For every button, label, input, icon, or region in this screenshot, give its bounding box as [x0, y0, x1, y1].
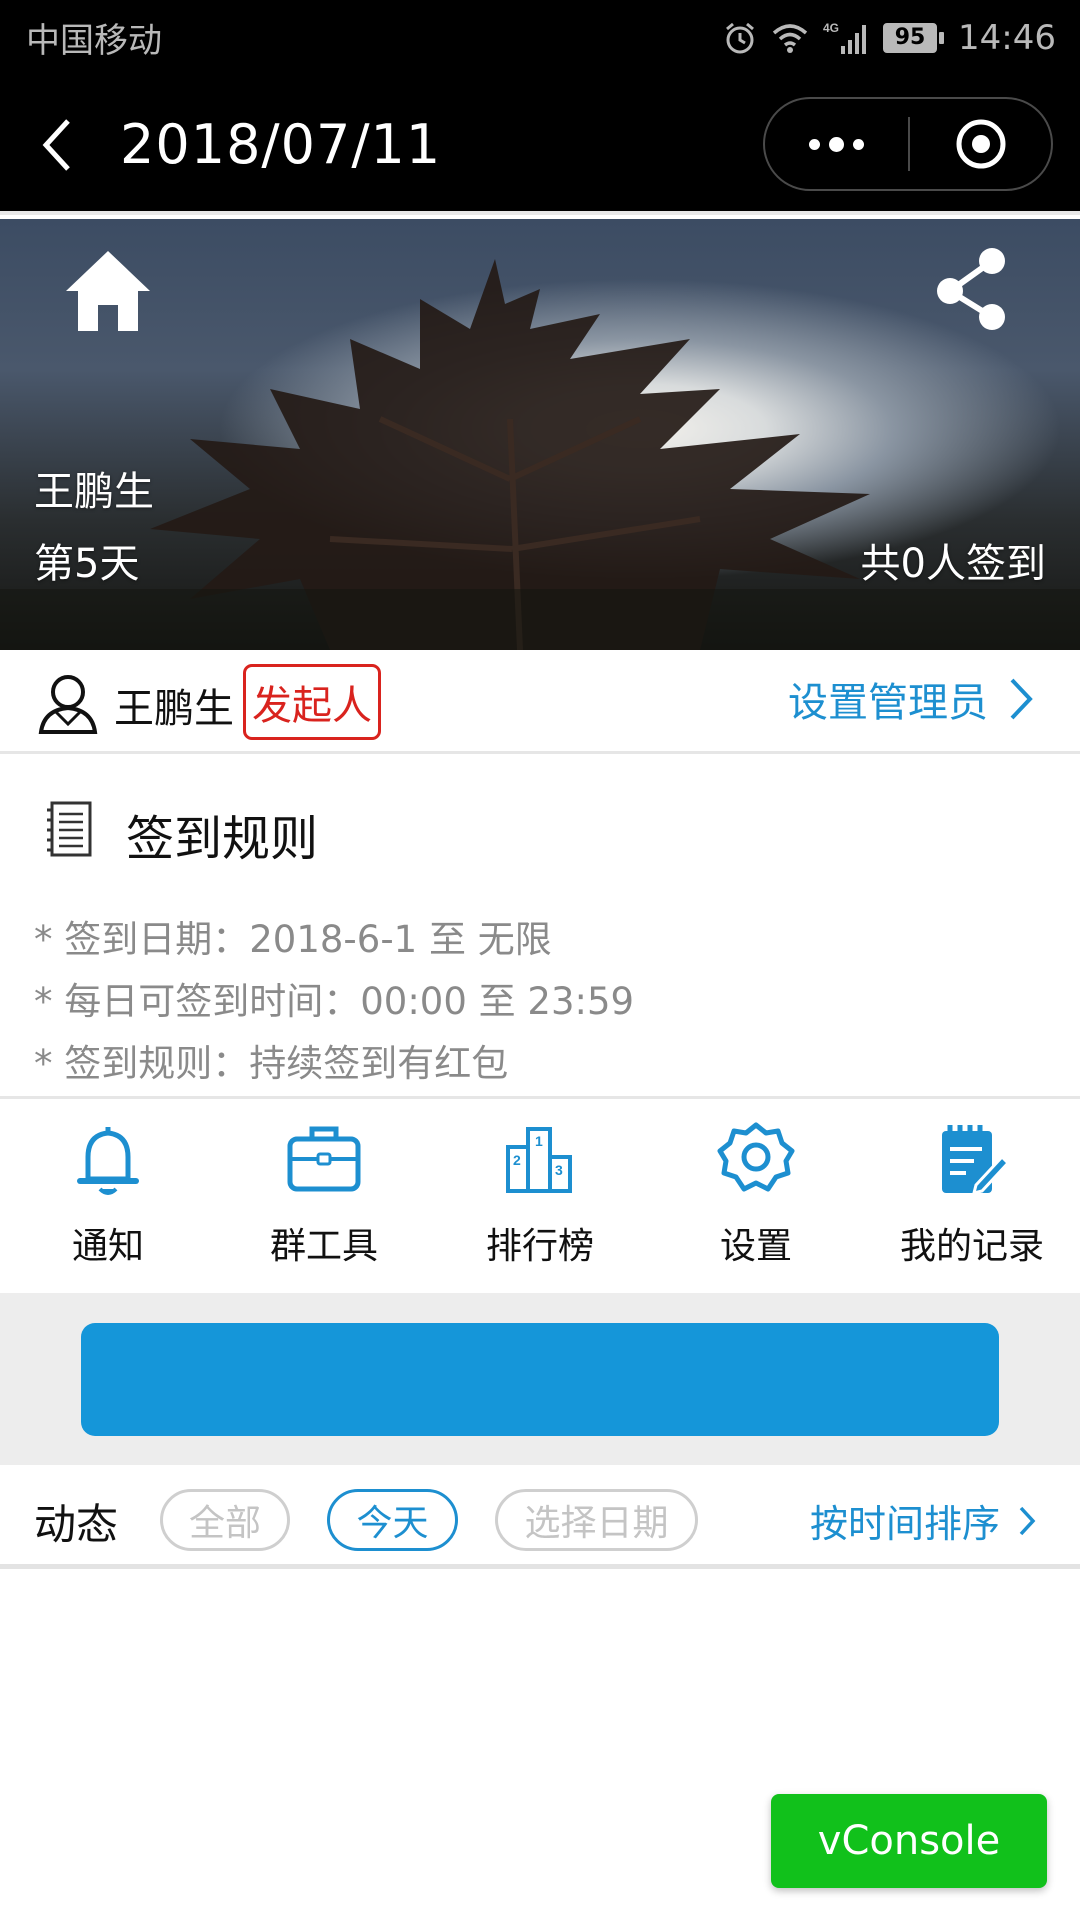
checkin-action-area — [0, 1293, 1080, 1465]
tool-notify-label: 通知 — [71, 1226, 144, 1267]
mini-program-capsule — [763, 97, 1053, 191]
chip-pick-date[interactable]: 选择日期 — [495, 1489, 698, 1551]
chip-today[interactable]: 今天 — [327, 1489, 458, 1551]
tool-my-records[interactable]: 我的记录 — [864, 1099, 1080, 1293]
cover-banner: 王鹏生 第5天 共0人签到 — [0, 219, 1080, 650]
person-icon — [38, 675, 98, 734]
status-icons: 4G 95 14:46 — [723, 18, 1056, 58]
tool-group-tools[interactable]: 群工具 — [216, 1099, 432, 1293]
chevron-right-icon — [1019, 1506, 1036, 1535]
sort-by-time-link[interactable]: 按时间排序 — [810, 1493, 1036, 1548]
battery-icon: 95 — [883, 22, 945, 53]
signal-icon: 4G — [823, 21, 867, 54]
gear-icon — [717, 1122, 795, 1192]
set-admin-label: 设置管理员 — [788, 680, 988, 726]
tool-group-tools-label: 群工具 — [269, 1226, 378, 1267]
svg-text:2: 2 — [513, 1152, 521, 1168]
tool-leaderboard-label: 排行榜 — [485, 1226, 594, 1267]
rule-date-range: * 签到日期：2018-6-1 至 无限 — [34, 918, 552, 961]
carrier-label: 中国移动 — [26, 21, 162, 61]
initiator-row: 王鹏生 发起人 设置管理员 — [0, 650, 1080, 754]
feed-filter-bar: 动态 全部 今天 选择日期 按时间排序 — [0, 1465, 1080, 1569]
checkin-button[interactable] — [81, 1323, 999, 1436]
banner-username: 王鹏生 — [34, 469, 154, 515]
briefcase-icon — [287, 1126, 361, 1192]
clock: 14:46 — [958, 17, 1056, 58]
feed-title: 动态 — [34, 1500, 119, 1549]
tool-leaderboard[interactable]: 1 2 3 排行榜 — [432, 1099, 648, 1293]
wifi-icon — [772, 23, 808, 53]
set-admin-link[interactable]: 设置管理员 — [788, 670, 1034, 728]
home-icon[interactable] — [62, 245, 154, 337]
rule-reward: * 签到规则：持续签到有红包 — [34, 1042, 509, 1085]
tool-settings-label: 设置 — [719, 1226, 792, 1267]
document-icon — [47, 801, 92, 857]
battery-level: 95 — [883, 22, 938, 53]
close-target-icon[interactable] — [910, 99, 1051, 189]
svg-text:4G: 4G — [823, 21, 839, 35]
notepad-icon — [942, 1125, 1011, 1196]
podium-icon: 1 2 3 — [506, 1127, 572, 1193]
svg-text:3: 3 — [555, 1162, 563, 1178]
rules-title: 签到规则 — [126, 811, 319, 867]
chevron-right-icon — [1010, 678, 1033, 720]
bell-icon — [77, 1127, 139, 1195]
more-dots-icon[interactable] — [765, 99, 908, 189]
tool-notify[interactable]: 通知 — [0, 1099, 216, 1293]
banner-day-count: 第5天 — [34, 541, 140, 587]
function-toolbar: 通知 群工具 1 2 3 排行榜 设置 我的记录 — [0, 1099, 1080, 1293]
back-chevron-icon[interactable] — [38, 117, 78, 173]
sort-label: 按时间排序 — [809, 1502, 1000, 1546]
rule-daily-time: * 每日可签到时间：00:00 至 23:59 — [34, 980, 635, 1023]
initiator-badge: 发起人 — [243, 664, 381, 740]
nav-bar: 2018/07/11 — [0, 75, 1080, 215]
status-bar: 中国移动 4G 95 14:46 — [0, 0, 1080, 75]
page-title: 2018/07/11 — [120, 113, 442, 176]
initiator-name: 王鹏生 — [114, 686, 234, 732]
alarm-icon — [726, 22, 754, 53]
vconsole-button[interactable]: vConsole — [771, 1794, 1047, 1888]
checkin-rules-section: 签到规则 * 签到日期：2018-6-1 至 无限 * 每日可签到时间：00:0… — [0, 757, 1080, 1099]
svg-text:1: 1 — [535, 1133, 543, 1149]
tool-my-records-label: 我的记录 — [899, 1226, 1044, 1267]
tool-settings[interactable]: 设置 — [648, 1099, 864, 1293]
chip-all[interactable]: 全部 — [160, 1489, 290, 1551]
banner-signed-count: 共0人签到 — [860, 541, 1046, 587]
share-icon[interactable] — [928, 245, 1018, 335]
